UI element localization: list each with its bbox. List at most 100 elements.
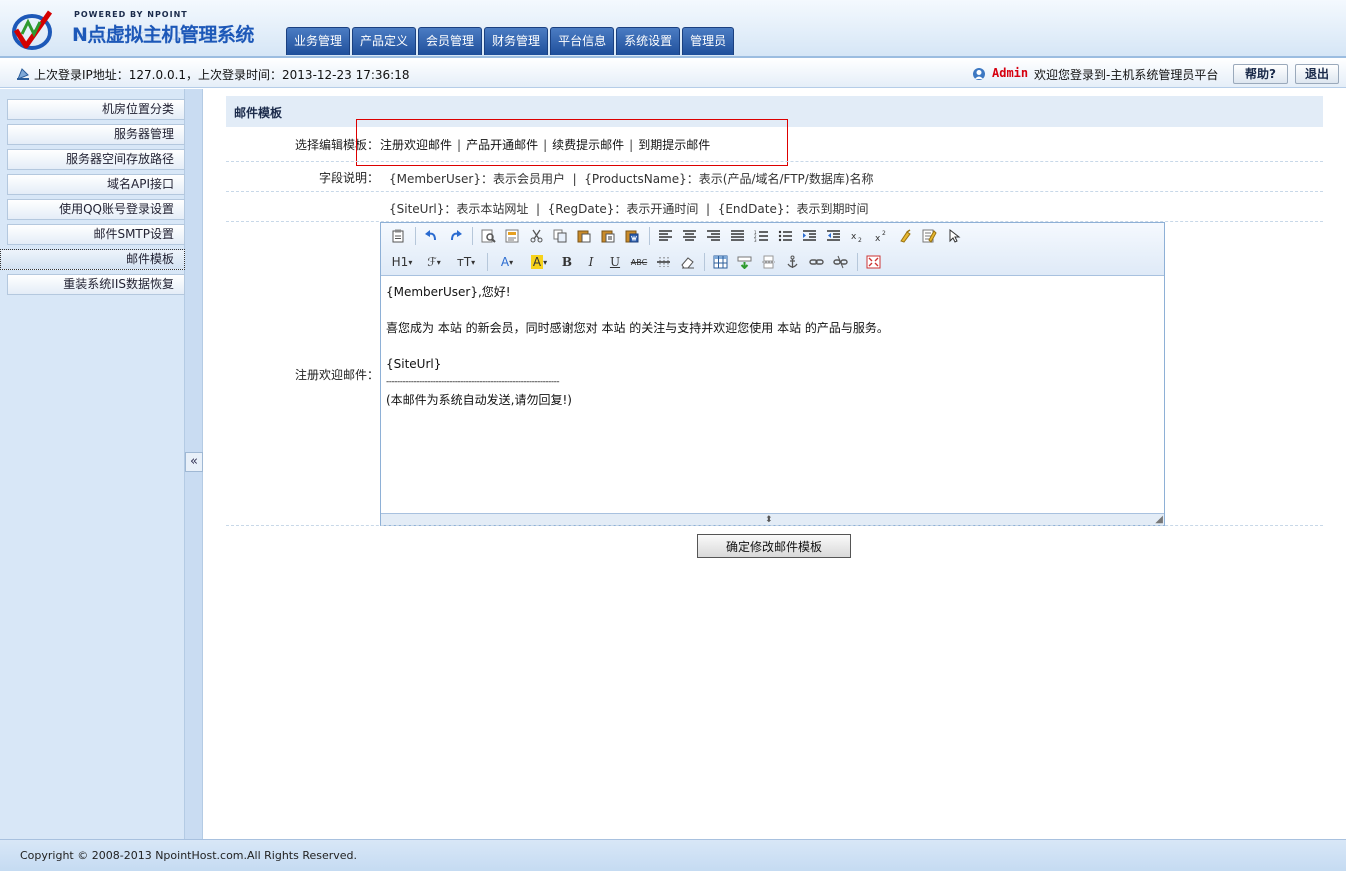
font-color-label: A [500, 255, 510, 269]
footer: Copyright © 2008-2013 NpointHost.com.All… [0, 839, 1346, 871]
info-bar: 上次登录IP地址：127.0.0.1，上次登录时间：2013-12-23 17:… [0, 60, 1346, 88]
align-right-icon[interactable] [702, 226, 724, 246]
system-name-reflection: N点虚拟主机管理系统 [72, 30, 254, 41]
background-color-button[interactable]: A ▾ [524, 252, 554, 272]
nav-tab-products[interactable]: 产品定义 [352, 27, 417, 55]
toolbar-separator [704, 253, 705, 271]
editor-line: {SiteUrl} [386, 357, 442, 371]
subscript-icon[interactable]: x2 [846, 226, 868, 246]
paste-word-icon[interactable] [621, 226, 643, 246]
page-break-icon[interactable] [757, 252, 779, 272]
nav-tab-admins[interactable]: 管理员 [682, 27, 735, 55]
font-family-dropdown-label: ℱ [427, 255, 437, 269]
chevron-down-icon: ▾ [471, 257, 476, 267]
nav-tab-platform[interactable]: 平台信息 [550, 27, 615, 55]
table-icon[interactable] [709, 252, 731, 272]
select-all-icon[interactable] [918, 226, 940, 246]
welcome-text: 欢迎您登录到-主机系统管理员平台 [1034, 68, 1219, 82]
underline-button[interactable]: U [604, 252, 626, 272]
preview-icon[interactable] [477, 226, 499, 246]
sidebar-item-server-storage-path[interactable]: 服务器空间存放路径 [7, 149, 185, 170]
paste-icon[interactable] [573, 226, 595, 246]
font-family-dropdown[interactable]: ℱ ▾ [419, 252, 449, 272]
powered-by-text: POWERED BY NPOINT [74, 10, 188, 19]
template-icon[interactable] [501, 226, 523, 246]
resize-corner-icon[interactable]: ◢ [1155, 515, 1163, 525]
heading-dropdown-label: H1 [391, 255, 409, 269]
main-nav: 业务管理 产品定义 会员管理 财务管理 平台信息 系统设置 管理员 [286, 27, 736, 55]
chevron-down-icon: ▾ [436, 257, 441, 267]
nav-tab-members[interactable]: 会员管理 [418, 27, 483, 55]
field-description-line-1: {MemberUser}：表示会员用户 | {ProductsName}：表示(… [389, 172, 874, 186]
sidebar-collapse-button[interactable]: « [185, 452, 203, 472]
undo-icon[interactable] [420, 226, 442, 246]
save-template-button[interactable]: 确定修改邮件模板 [697, 534, 851, 558]
logo: POWERED BY NPOINT N点虚拟主机管理系统 N点虚拟主机管理系统 [10, 6, 270, 54]
bold-button[interactable]: B [556, 252, 578, 272]
copy-icon[interactable] [549, 226, 571, 246]
row-divider [226, 525, 1323, 526]
editor-line: ----------------------------------------… [386, 377, 560, 387]
strikethrough-button[interactable]: ABC [628, 252, 650, 272]
sidebar-item-mail-templates[interactable]: 邮件模板 [0, 249, 185, 270]
nav-tab-business[interactable]: 业务管理 [286, 27, 351, 55]
source-code-icon[interactable] [387, 226, 409, 246]
help-button[interactable]: 帮助? [1233, 64, 1288, 84]
eraser-icon[interactable] [676, 252, 698, 272]
admin-name: Admin [992, 66, 1029, 80]
font-size-dropdown[interactable]: тT ▾ [451, 252, 481, 272]
toolbar-separator [487, 253, 488, 271]
sidebar-item-server-management[interactable]: 服务器管理 [7, 124, 185, 145]
link-icon[interactable] [805, 252, 827, 272]
toolbar-row-1: 123 x2 x2 [387, 225, 966, 247]
logo-mark-icon [12, 10, 53, 50]
rich-text-editor: 123 x2 x2 H1▾ ℱ▾ тT▾ A▾ A▾ B I U AB [380, 222, 1165, 526]
superscript-icon[interactable]: x2 [870, 226, 892, 246]
outdent-icon[interactable] [822, 226, 844, 246]
paste-text-icon[interactable] [597, 226, 619, 246]
cut-icon[interactable] [525, 226, 547, 246]
toolbar-separator [472, 227, 473, 245]
justify-icon[interactable] [726, 226, 748, 246]
clear-format-icon[interactable] [894, 226, 916, 246]
insert-row-icon[interactable] [733, 252, 755, 272]
sidebar-item-smtp-settings[interactable]: 邮件SMTP设置 [7, 224, 185, 245]
editor-content-area[interactable]: {MemberUser},您好! 喜您成为 本站 的新会员，同时感谢您对 本站 … [381, 277, 1164, 513]
sidebar: 机房位置分类 服务器管理 服务器空间存放路径 域名API接口 使用QQ账号登录设… [0, 89, 185, 839]
anchor-icon[interactable] [781, 252, 803, 272]
sidebar-item-qq-login[interactable]: 使用QQ账号登录设置 [7, 199, 185, 220]
font-size-dropdown-label: тT [456, 255, 472, 269]
sidebar-item-datacenter-location[interactable]: 机房位置分类 [7, 99, 185, 120]
resize-handle-icon[interactable]: ⬍ [765, 516, 773, 525]
align-left-icon[interactable] [654, 226, 676, 246]
unlink-icon[interactable] [829, 252, 851, 272]
last-login-info: 上次登录IP地址：127.0.0.1，上次登录时间：2013-12-23 17:… [34, 68, 410, 82]
background-color-label: A [530, 255, 544, 269]
logout-button[interactable]: 退出 [1295, 64, 1339, 84]
ordered-list-icon[interactable]: 123 [750, 226, 772, 246]
font-color-button[interactable]: A ▾ [492, 252, 522, 272]
editor-resize-bar[interactable]: ⬍ ◢ [381, 513, 1164, 525]
sidebar-item-domain-api[interactable]: 域名API接口 [7, 174, 185, 195]
nav-tab-finance[interactable]: 财务管理 [484, 27, 549, 55]
admin-user-icon [973, 68, 985, 80]
italic-button[interactable]: I [580, 252, 602, 272]
redo-icon[interactable] [444, 226, 466, 246]
svg-text:2: 2 [858, 237, 862, 243]
nav-tab-settings[interactable]: 系统设置 [616, 27, 681, 55]
fullscreen-icon[interactable] [862, 252, 884, 272]
horizontal-rule-icon[interactable] [652, 252, 674, 272]
heading-dropdown[interactable]: H1 ▾ [387, 252, 417, 272]
editor-label: 注册欢迎邮件： [295, 368, 380, 382]
align-center-icon[interactable] [678, 226, 700, 246]
editor-line: 喜您成为 本站 的新会员，同时感谢您对 本站 的关注与支持并欢迎您使用 本站 的… [386, 321, 889, 335]
svg-text:2: 2 [882, 230, 886, 237]
toolbar-row-2: H1 ▾ ℱ ▾ тT ▾ A ▾ A ▾ B I U ABC [387, 251, 886, 273]
toolbar-separator [857, 253, 858, 271]
header: POWERED BY NPOINT N点虚拟主机管理系统 N点虚拟主机管理系统 … [0, 0, 1346, 58]
sidebar-item-iis-restore[interactable]: 重装系统IIS数据恢复 [7, 274, 185, 295]
editor-line: (本邮件为系统自动发送,请勿回复!) [386, 393, 572, 407]
unordered-list-icon[interactable] [774, 226, 796, 246]
cursor-icon[interactable] [942, 226, 964, 246]
indent-icon[interactable] [798, 226, 820, 246]
